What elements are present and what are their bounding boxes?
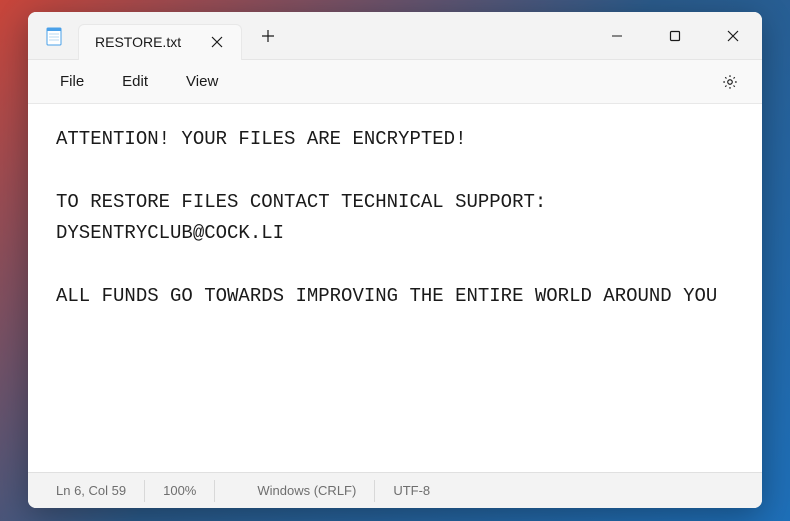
new-tab-button[interactable]	[250, 18, 286, 54]
close-window-button[interactable]	[704, 12, 762, 59]
statusbar: Ln 6, Col 59 100% Windows (CRLF) UTF-8	[28, 472, 762, 508]
close-tab-button[interactable]	[205, 30, 229, 54]
status-encoding: UTF-8	[375, 480, 448, 502]
settings-button[interactable]	[712, 64, 748, 100]
tab-title: RESTORE.txt	[95, 34, 181, 50]
status-line-ending: Windows (CRLF)	[239, 480, 375, 502]
status-zoom: 100%	[145, 480, 215, 502]
maximize-button[interactable]	[646, 12, 704, 59]
menu-edit[interactable]: Edit	[104, 67, 166, 96]
menu-file[interactable]: File	[42, 67, 102, 96]
notepad-window: RESTORE.txt File Edit View	[28, 12, 762, 508]
minimize-button[interactable]	[588, 12, 646, 59]
text-content[interactable]: ATTENTION! YOUR FILES ARE ENCRYPTED! TO …	[28, 104, 762, 472]
menubar: File Edit View	[28, 60, 762, 104]
notepad-app-icon	[44, 26, 64, 46]
document-tab[interactable]: RESTORE.txt	[78, 24, 242, 60]
titlebar: RESTORE.txt	[28, 12, 762, 60]
menu-view[interactable]: View	[168, 67, 236, 96]
window-controls	[588, 12, 762, 59]
status-position: Ln 6, Col 59	[28, 480, 145, 502]
